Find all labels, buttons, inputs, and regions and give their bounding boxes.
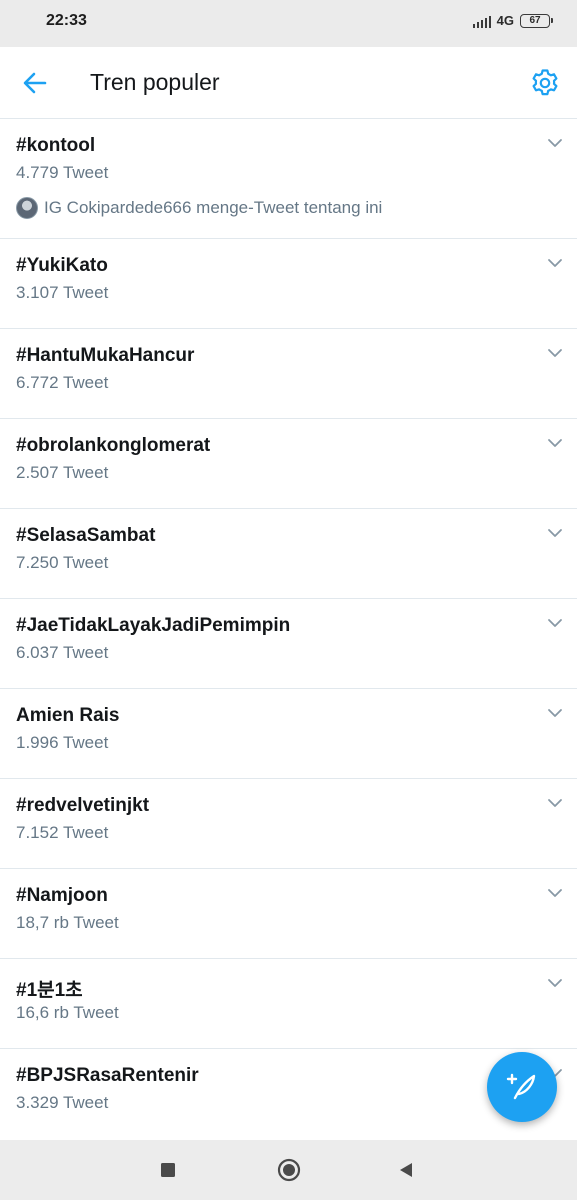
trend-count: 4.779 Tweet (16, 163, 109, 182)
trend-item[interactable]: #YukiKato 3.107 Tweet (0, 239, 577, 329)
chevron-down-icon[interactable] (547, 977, 563, 989)
chevron-down-icon[interactable] (547, 527, 563, 539)
app-header: Tren populer (0, 47, 577, 119)
compose-tweet-icon (506, 1073, 536, 1100)
compose-tweet-button[interactable] (487, 1052, 557, 1122)
chevron-down-icon[interactable] (547, 257, 563, 269)
square-icon[interactable] (160, 1162, 176, 1183)
trend-item[interactable]: Amien Rais 1.996 Tweet (0, 689, 577, 779)
status-time: 22:33 (46, 12, 87, 29)
trend-count: 18,7 rb Tweet (16, 913, 119, 932)
avatar (16, 197, 38, 219)
trend-item[interactable]: #kontool 4.779 Tweet IG Cokipardede666 m… (0, 119, 577, 239)
chevron-down-icon[interactable] (547, 797, 563, 809)
trend-item[interactable]: #Namjoon 18,7 rb Tweet (0, 869, 577, 959)
triangle-back-icon[interactable] (398, 1162, 414, 1183)
trend-count: 16,6 rb Tweet (16, 1003, 119, 1022)
network-type: 4G (496, 13, 514, 28)
trend-context-text: IG Cokipardede666 menge-Tweet tentang in… (44, 198, 383, 217)
trend-name: #Namjoon (16, 885, 108, 906)
trend-name: #SelasaSambat (16, 525, 156, 546)
battery-level: 67 (529, 14, 541, 26)
trend-name: #obrolankonglomerat (16, 435, 211, 456)
trend-count: 1.996 Tweet (16, 733, 109, 752)
chevron-down-icon[interactable] (547, 887, 563, 899)
trend-item[interactable]: #redvelvetinjkt 7.152 Tweet (0, 779, 577, 869)
trend-item[interactable]: #obrolankonglomerat 2.507 Tweet (0, 419, 577, 509)
trend-name: Amien Rais (16, 705, 120, 726)
trend-name: #kontool (16, 135, 96, 156)
chevron-down-icon[interactable] (547, 707, 563, 719)
circle-icon[interactable] (277, 1158, 301, 1187)
battery-icon: 67 (520, 13, 553, 28)
trend-item[interactable]: #1분1초 16,6 rb Tweet (0, 959, 577, 1049)
chevron-down-icon[interactable] (547, 347, 563, 359)
trend-count: 3.329 Tweet (16, 1093, 109, 1112)
trend-name: #1분1초 (16, 980, 83, 1001)
trend-count: 7.250 Tweet (16, 553, 109, 572)
trend-count: 2.507 Tweet (16, 463, 109, 482)
signal-icon (472, 14, 491, 28)
gear-icon[interactable] (529, 67, 561, 99)
system-nav-bar (0, 1140, 577, 1200)
arrow-left-icon[interactable] (20, 68, 50, 98)
trend-name: #YukiKato (16, 255, 108, 276)
chevron-down-icon[interactable] (547, 137, 563, 149)
page-title: Tren populer (90, 69, 220, 95)
status-bar: 22:33 4G 67 (0, 0, 577, 47)
trend-name: #redvelvetinjkt (16, 795, 150, 816)
chevron-down-icon[interactable] (547, 617, 563, 629)
trend-item[interactable]: #JaeTidakLayakJadiPemimpin 6.037 Tweet (0, 599, 577, 689)
trend-item[interactable]: #HantuMukaHancur 6.772 Tweet (0, 329, 577, 419)
trends-list: #kontool 4.779 Tweet IG Cokipardede666 m… (0, 119, 577, 1139)
status-icons: 4G 67 (472, 13, 553, 28)
trend-name: #JaeTidakLayakJadiPemimpin (16, 615, 291, 636)
trend-name: #HantuMukaHancur (16, 345, 195, 366)
trend-name: #BPJSRasaRentenir (16, 1065, 199, 1086)
trend-count: 3.107 Tweet (16, 283, 109, 302)
chevron-down-icon[interactable] (547, 437, 563, 449)
trend-count: 6.037 Tweet (16, 643, 109, 662)
trend-context: IG Cokipardede666 menge-Tweet tentang in… (16, 197, 382, 219)
trend-count: 7.152 Tweet (16, 823, 109, 842)
trend-item[interactable]: #SelasaSambat 7.250 Tweet (0, 509, 577, 599)
trend-count: 6.772 Tweet (16, 373, 109, 392)
